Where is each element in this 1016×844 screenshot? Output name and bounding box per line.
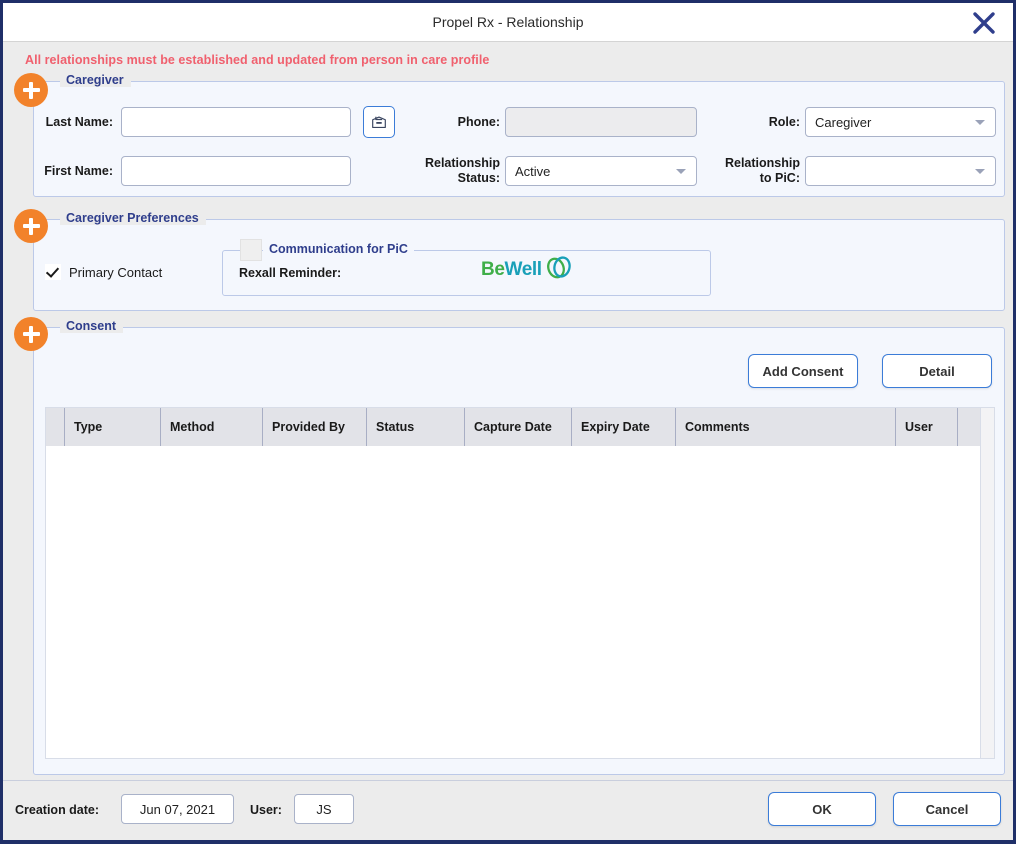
address-book-icon[interactable] <box>363 106 395 138</box>
caregiver-section-legend: Caregiver <box>60 73 131 87</box>
rexall-reminder-label: Rexall Reminder: <box>239 266 342 280</box>
user-input[interactable] <box>294 794 354 824</box>
consent-table-header-row: Type Method Provided By Status Capture D… <box>46 408 994 446</box>
caregiver-preferences-section-legend: Caregiver Preferences <box>60 211 206 225</box>
consent-table: Type Method Provided By Status Capture D… <box>45 407 995 759</box>
warning-message: All relationships must be established an… <box>25 53 490 67</box>
expand-caregiver-preferences-icon[interactable] <box>14 209 48 243</box>
bewell-logo-well: Well <box>504 258 543 280</box>
ok-button[interactable]: OK <box>768 792 876 826</box>
consent-col-comments[interactable]: Comments <box>676 408 896 446</box>
consent-col-status[interactable]: Status <box>367 408 465 446</box>
consent-col-capture-date[interactable]: Capture Date <box>465 408 572 446</box>
first-name-input[interactable] <box>121 156 351 186</box>
role-label: Role: <box>768 115 800 129</box>
primary-contact-checkbox[interactable] <box>45 264 61 280</box>
caregiver-section: Caregiver Last Name: First Name: Phone: … <box>33 73 1005 197</box>
bewell-leaf-icon <box>546 256 571 279</box>
dialog-footer: Creation date: User: OK Cancel <box>3 780 1013 840</box>
expand-caregiver-icon[interactable] <box>14 73 48 107</box>
primary-contact-label: Primary Contact <box>69 265 163 280</box>
creation-date-input[interactable] <box>121 794 234 824</box>
relationship-status-label-l2: Status: <box>457 171 500 185</box>
communication-for-pic-panel: Communication for PiC Rexall Reminder: B… <box>222 239 711 296</box>
relationship-status-value: Active <box>515 163 551 179</box>
add-consent-button[interactable]: Add Consent <box>748 354 858 388</box>
title-bar: Propel Rx - Relationship <box>3 3 1013 42</box>
communication-for-pic-checkbox[interactable] <box>240 239 262 261</box>
last-name-input[interactable] <box>121 107 351 137</box>
consent-col-method[interactable]: Method <box>161 408 263 446</box>
phone-input[interactable] <box>505 107 697 137</box>
close-icon[interactable] <box>969 8 999 38</box>
consent-section-legend: Consent <box>60 319 123 333</box>
communication-for-pic-legend: Communication for PiC <box>263 242 414 256</box>
creation-date-label: Creation date: <box>15 803 100 817</box>
role-value: Caregiver <box>815 114 872 130</box>
consent-col-type[interactable]: Type <box>65 408 161 446</box>
consent-table-body <box>46 446 994 756</box>
chevron-down-icon <box>975 169 985 174</box>
chevron-down-icon <box>975 120 985 125</box>
consent-col-expiry-date[interactable]: Expiry Date <box>572 408 676 446</box>
relationship-status-label-l1: Relationship <box>424 156 500 170</box>
consent-section: Consent Add Consent Detail Type Method P… <box>33 319 1005 775</box>
last-name-label: Last Name: <box>45 115 113 129</box>
detail-button[interactable]: Detail <box>882 354 992 388</box>
relationship-to-pic-select[interactable] <box>805 156 996 186</box>
consent-col-provided-by[interactable]: Provided By <box>263 408 367 446</box>
consent-col-select[interactable] <box>46 408 65 446</box>
relationship-status-select[interactable]: Active <box>505 156 697 186</box>
phone-label: Phone: <box>457 115 500 129</box>
chevron-down-icon <box>676 169 686 174</box>
relationship-status-label: Relationship Status: <box>394 156 500 186</box>
caregiver-preferences-section: Caregiver Preferences Primary Contact Co… <box>33 211 1005 311</box>
role-select[interactable]: Caregiver <box>805 107 996 137</box>
first-name-label: First Name: <box>44 164 113 178</box>
bewell-logo: Be Well <box>481 256 573 281</box>
consent-table-scrollbar[interactable] <box>980 408 994 758</box>
relationship-dialog: Propel Rx - Relationship All relationshi… <box>0 0 1016 844</box>
relationship-to-pic-label-l2: to PiC: <box>759 171 800 185</box>
expand-consent-icon[interactable] <box>14 317 48 351</box>
user-label: User: <box>250 803 282 817</box>
cancel-button[interactable]: Cancel <box>893 792 1001 826</box>
consent-col-user[interactable]: User <box>896 408 958 446</box>
bewell-logo-be: Be <box>481 258 505 280</box>
relationship-to-pic-label-l1: Relationship <box>724 156 800 170</box>
relationship-to-pic-label: Relationship to PiC: <box>694 156 800 186</box>
window-title: Propel Rx - Relationship <box>432 14 584 30</box>
